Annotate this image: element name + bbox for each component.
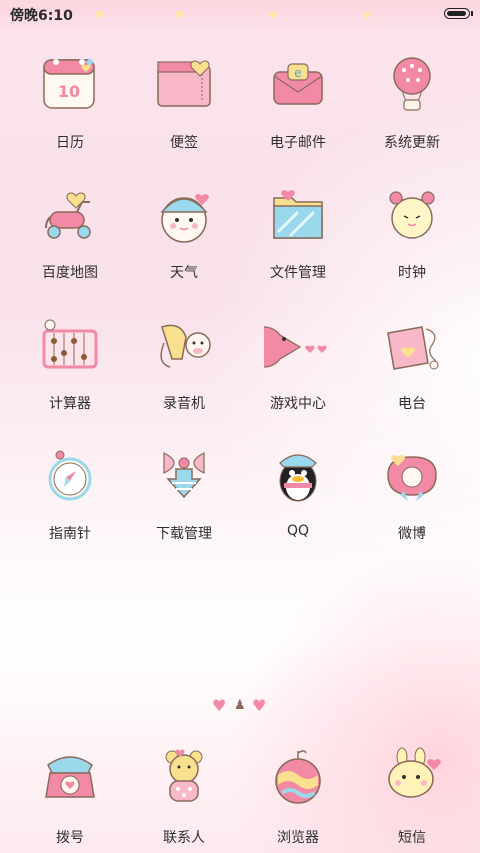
app-label: 日历	[56, 135, 84, 151]
app-label: 下载管理	[156, 526, 212, 542]
hot-air-balloon-icon	[393, 57, 431, 111]
status-bar: 傍晚6:10 ♥ ♥ ♥ ♥	[0, 0, 480, 30]
app-clock[interactable]: 时钟	[352, 182, 472, 312]
heart-dot-icon: ♥	[212, 696, 227, 715]
heart-decoration-icon: ♥	[362, 9, 372, 22]
battery-icon	[444, 8, 473, 19]
download-bow-icon	[163, 452, 205, 499]
app-messages[interactable]: 短信	[352, 745, 472, 853]
app-label: 系统更新	[384, 135, 440, 151]
abacus-icon	[42, 319, 98, 369]
app-label: 便签	[170, 135, 198, 151]
heart-decoration-icon: ♥	[95, 9, 105, 22]
calendar-icon: 10	[43, 58, 95, 109]
notes-icon	[157, 60, 211, 107]
heart-decoration-icon: ♥	[175, 9, 185, 22]
telephone-icon	[45, 756, 95, 798]
email-icon: e	[273, 63, 323, 105]
app-calculator[interactable]: 计算器	[10, 313, 130, 443]
heart-decoration-icon: ♥	[268, 9, 278, 22]
app-label: 短信	[398, 830, 426, 846]
alarm-clock-icon	[389, 191, 435, 239]
app-recorder[interactable]: 录音机	[124, 313, 244, 443]
app-label: 联系人	[163, 830, 205, 846]
app-file-manager[interactable]: 文件管理	[238, 182, 358, 312]
app-game-center[interactable]: 游戏中心	[238, 313, 358, 443]
pacman-icon	[264, 326, 327, 368]
bear-icon	[165, 749, 203, 802]
svg-text:e: e	[294, 66, 301, 80]
globe-icon	[275, 750, 321, 804]
app-weather[interactable]: 天气	[124, 182, 244, 312]
app-label: 浏览器	[277, 830, 319, 846]
app-label: 录音机	[163, 396, 205, 412]
app-download-manager[interactable]: 下载管理	[124, 443, 244, 573]
app-calendar[interactable]: 10 日历	[10, 52, 130, 182]
radio-icon	[387, 326, 439, 370]
app-compass[interactable]: 指南针	[10, 443, 130, 573]
app-label: 电子邮件	[270, 135, 326, 151]
app-label: 文件管理	[270, 265, 326, 281]
app-label: 天气	[170, 265, 198, 281]
app-notes[interactable]: 便签	[124, 52, 244, 182]
status-time: 傍晚6:10	[10, 8, 73, 24]
bunny-message-icon	[388, 747, 441, 798]
page-indicator: ♥ ♟ ♥	[210, 696, 270, 716]
app-label: 指南针	[49, 526, 91, 542]
penguin-icon	[279, 454, 317, 502]
app-label: 游戏中心	[270, 396, 326, 412]
app-baidu-map[interactable]: 百度地图	[10, 182, 130, 312]
app-dialer[interactable]: 拨号	[10, 745, 130, 853]
app-qq[interactable]: QQ	[238, 443, 358, 573]
app-system-update[interactable]: 系统更新	[352, 52, 472, 182]
app-label: 电台	[398, 396, 426, 412]
weibo-flower-icon	[387, 455, 437, 501]
app-label: 拨号	[56, 830, 84, 846]
app-label: 时钟	[398, 265, 426, 281]
compass-icon	[48, 450, 92, 501]
giraffe-microphone-icon	[160, 324, 211, 368]
app-label: QQ	[286, 523, 310, 539]
heart-dot-icon: ♥	[252, 696, 267, 715]
app-label: 百度地图	[42, 265, 98, 281]
scooter-icon	[45, 192, 91, 239]
app-browser[interactable]: 浏览器	[238, 745, 358, 853]
app-email[interactable]: e 电子邮件	[238, 52, 358, 182]
app-radio[interactable]: 电台	[352, 313, 472, 443]
folder-icon	[273, 190, 323, 239]
snowman-icon	[160, 194, 209, 243]
svg-text:10: 10	[58, 82, 80, 101]
app-weibo[interactable]: 微博	[352, 443, 472, 573]
bunny-page-icon: ♟	[234, 698, 246, 713]
app-label: 计算器	[49, 396, 91, 412]
app-contacts[interactable]: 联系人	[124, 745, 244, 853]
app-label: 微博	[398, 526, 426, 542]
